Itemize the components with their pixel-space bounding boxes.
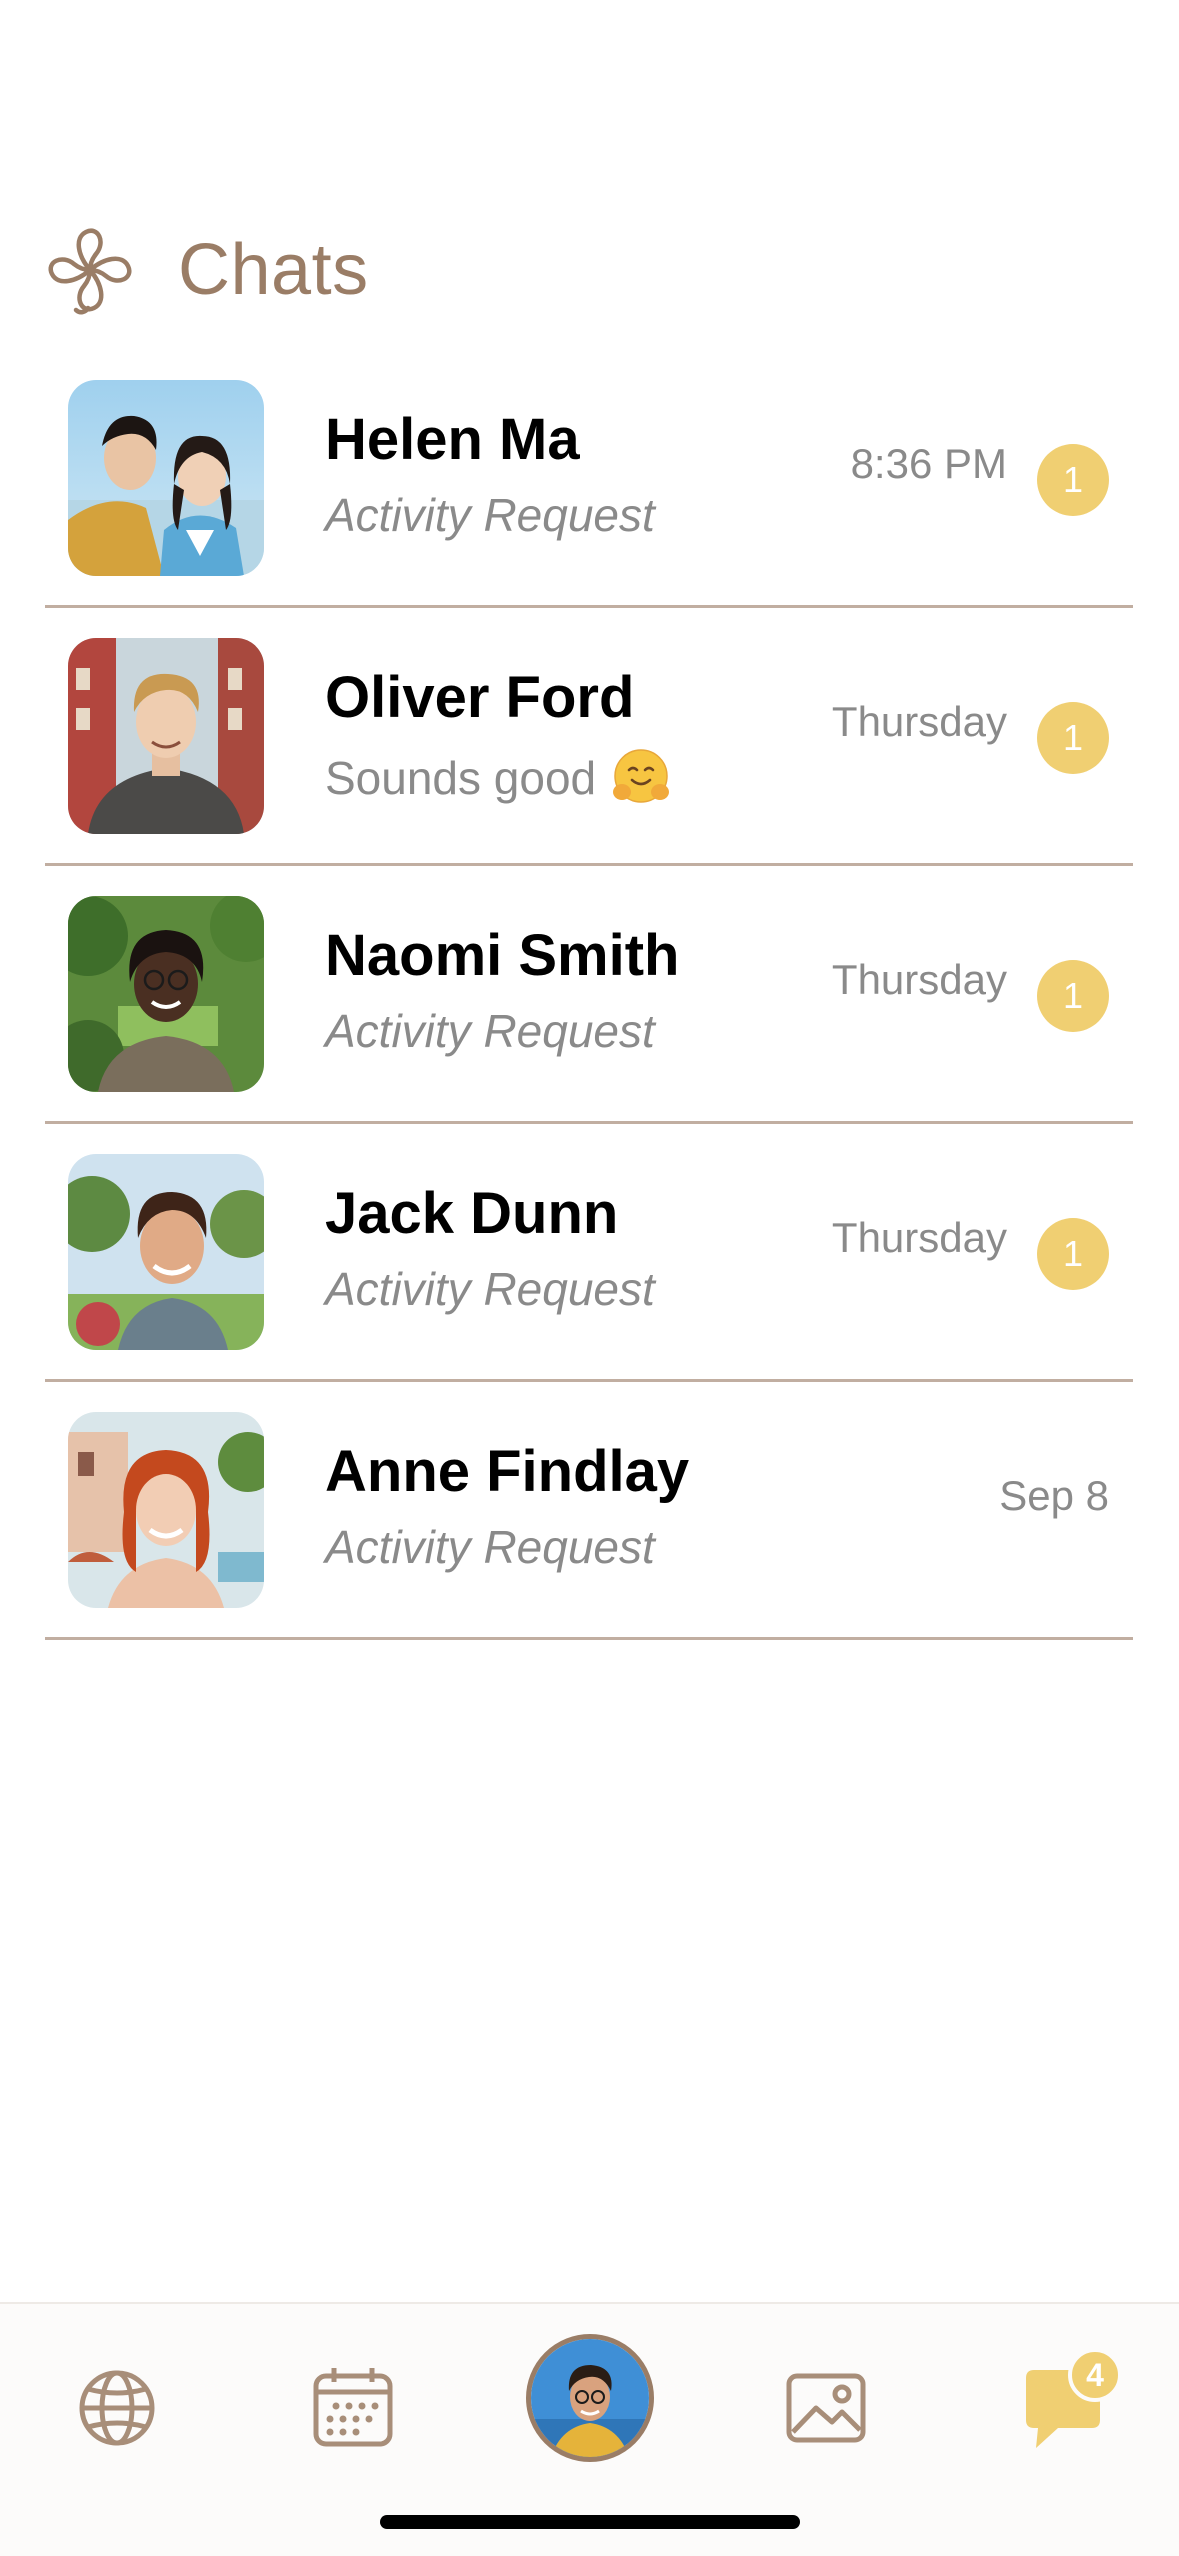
page-title: Chats: [178, 230, 369, 310]
message-preview: Sounds good: [325, 746, 672, 808]
divider: [45, 1637, 1133, 1640]
calendar-icon[interactable]: [310, 2364, 396, 2450]
home-indicator[interactable]: [380, 2515, 800, 2529]
avatar: [68, 1154, 264, 1350]
timestamp: Thursday: [831, 956, 1007, 1003]
message-preview: Activity Request: [325, 489, 655, 541]
contact-name: Anne Findlay: [325, 1439, 690, 1504]
avatar: [68, 1412, 264, 1608]
message-preview: Activity Request: [325, 1521, 655, 1573]
timestamp: 8:36 PM: [850, 440, 1007, 487]
chats-unread-badge: 4: [1068, 2348, 1122, 2402]
timestamp: Thursday: [831, 1214, 1007, 1261]
contact-name: Oliver Ford: [325, 665, 635, 730]
profile-avatar[interactable]: [526, 2334, 654, 2462]
avatar: [68, 896, 264, 1092]
avatar: [68, 638, 264, 834]
avatar: [68, 380, 264, 576]
quatrefoil-logo-icon: [36, 216, 144, 324]
unread-badge: 1: [1037, 1218, 1109, 1290]
timestamp: Sep 8: [999, 1472, 1109, 1519]
timestamp: Thursday: [831, 698, 1007, 745]
contact-name: Jack Dunn: [325, 1181, 619, 1246]
message-preview: Activity Request: [325, 1005, 655, 1057]
chat-row-anne-findlay[interactable]: Anne Findlay Activity Request Sep 8: [0, 1382, 1179, 1640]
unread-badge: 1: [1037, 702, 1109, 774]
header: Chats: [36, 210, 369, 330]
preview-text: Sounds good: [325, 752, 597, 804]
chat-row-helen-ma[interactable]: Helen Ma Activity Request 8:36 PM 1: [0, 350, 1179, 608]
chat-row-naomi-smith[interactable]: Naomi Smith Activity Request Thursday 1: [0, 866, 1179, 1124]
chat-row-jack-dunn[interactable]: Jack Dunn Activity Request Thursday 1: [0, 1124, 1179, 1382]
message-preview: Activity Request: [325, 1263, 655, 1315]
chat-list: Helen Ma Activity Request 8:36 PM 1 Oliv…: [0, 350, 1179, 1640]
contact-name: Naomi Smith: [325, 923, 680, 988]
contact-name: Helen Ma: [325, 407, 580, 472]
unread-badge: 1: [1037, 960, 1109, 1032]
hugging-face-emoji: [613, 749, 670, 803]
chat-row-oliver-ford[interactable]: Oliver Ford Sounds good Thursday 1: [0, 608, 1179, 866]
globe-icon[interactable]: [76, 2367, 158, 2449]
unread-badge: 1: [1037, 444, 1109, 516]
photos-icon[interactable]: [784, 2366, 868, 2450]
